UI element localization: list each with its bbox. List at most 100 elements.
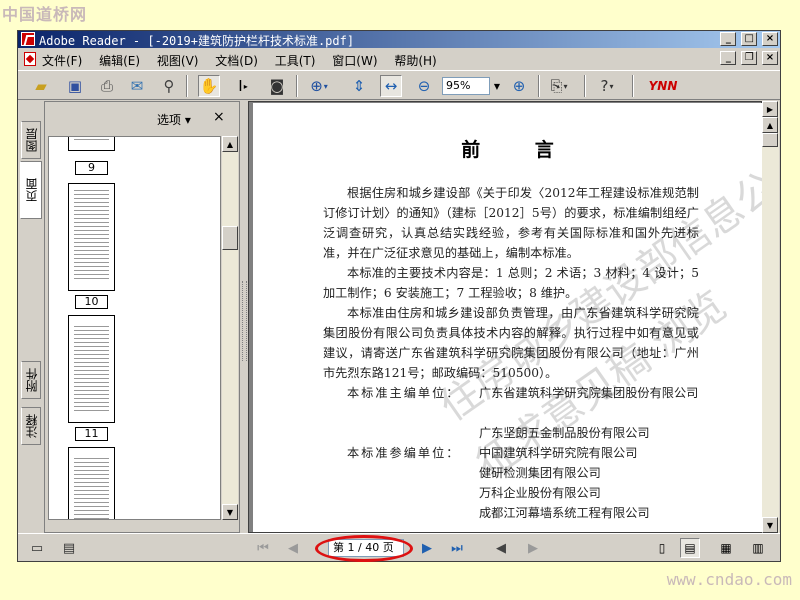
document-scroll-thumb[interactable] <box>762 133 778 147</box>
fit-width-icon[interactable]: ↔ <box>380 75 402 97</box>
adobe-reader-window: Adobe Reader - [-2019+建筑防护栏杆技术标准.pdf] _ … <box>17 30 781 562</box>
site-logo: 中国道桥网 <box>2 5 88 24</box>
minimize-button[interactable]: _ <box>720 32 737 46</box>
actual-size-icon[interactable]: ⇕ <box>348 75 370 97</box>
menu-help[interactable]: 帮助(H) <box>394 52 436 69</box>
menu-document[interactable]: 文档(D) <box>215 52 258 69</box>
menu-bar: 文件(F) 编辑(E) 视图(V) 文档(D) 工具(T) 窗口(W) 帮助(H… <box>18 49 780 69</box>
document-view[interactable]: 住房城乡建设部信息公开 征求意见稿 浏览 前 言 根据住房和城乡建设部《关于印发… <box>248 101 762 533</box>
email-icon[interactable]: ✉ <box>126 75 148 97</box>
rotate-view-icon[interactable]: ⎘ ▾ <box>548 75 570 97</box>
go-forward-icon[interactable]: ▶ <box>524 539 542 557</box>
page-size-icon[interactable]: ▤ <box>60 539 78 557</box>
window-title: Adobe Reader - [-2019+建筑防护栏杆技术标准.pdf] <box>39 34 355 48</box>
select-text-icon[interactable]: I ▸ <box>232 75 254 97</box>
help-icon[interactable]: ? ▾ <box>596 75 618 97</box>
go-back-icon[interactable]: ◀ <box>492 539 510 557</box>
hand-tool-icon[interactable]: ✋ <box>198 75 220 97</box>
print-icon[interactable]: ⎙ <box>96 75 118 97</box>
participant-label: 本标准参编单位： <box>347 446 461 460</box>
save-icon[interactable]: ▣ <box>64 75 86 97</box>
scroll-up-icon[interactable]: ▲ <box>222 136 238 152</box>
page-thumbnail-9[interactable] <box>68 137 115 151</box>
search-icon[interactable]: ⚲ <box>158 75 180 97</box>
tab-pages[interactable]: 页面 <box>20 161 42 219</box>
zoom-out-icon[interactable]: ⊖ <box>413 75 435 97</box>
snapshot-camera-icon[interactable]: ◙ <box>266 75 288 97</box>
chief-editor-label: 本标准主编单位： <box>347 386 461 400</box>
toolbar: ▰ ▣ ⎙ ✉ ⚲ ✋ I ▸ ◙ ⊕ ▾ ⇕ ↔ ⊖ 95% ▼ ⊕ ⎘ ▾ ? ▾ … <box>18 70 780 100</box>
site-url: www.cndao.com <box>666 570 792 589</box>
thumbnail-label: 9 <box>75 161 108 175</box>
close-window-button[interactable]: × <box>762 32 778 46</box>
menu-file[interactable]: 文件(F) <box>42 52 82 69</box>
pdf-document-icon[interactable] <box>24 52 36 66</box>
ynn-brand-logo: YNN <box>648 79 678 93</box>
zoom-dropdown-arrow-icon[interactable]: ▼ <box>490 77 504 95</box>
zoom-level-input[interactable]: 95% <box>442 77 490 95</box>
previous-page-icon[interactable]: ◀ <box>284 539 302 557</box>
doc-minimize-button[interactable]: _ <box>720 51 737 65</box>
facing-layout-icon[interactable]: ▦ <box>716 538 736 558</box>
open-folder-icon[interactable]: ▰ <box>30 75 52 97</box>
doc-close-button[interactable]: × <box>762 51 778 65</box>
status-bar: ▭ ▤ ⏮ ◀ 第 1 / 40 页 ▶ ⏭ ◀ ▶ ▯ ▤ ▦ ▥ <box>18 533 780 562</box>
participant-units: 成都江河幕墙系统工程有限公司 <box>323 503 699 523</box>
page-thumbnail-10[interactable] <box>68 183 115 291</box>
last-page-icon[interactable]: ⏭ <box>448 539 466 557</box>
close-pane-icon[interactable]: × <box>213 109 225 125</box>
org-name: 广东省建筑科学研究院集团股份有限公司 <box>479 386 699 400</box>
tab-attachments[interactable]: 附件 <box>21 361 41 399</box>
participant-units: 万科企业股份有限公司 <box>323 483 699 503</box>
document-scrollbar[interactable]: ▶ ▲ ▼ <box>762 101 779 533</box>
menu-window[interactable]: 窗口(W) <box>332 52 377 69</box>
preface-paragraph: 根据住房和城乡建设部《关于印发〈2012年工程建设标准规范制订修订计划〉的通知》… <box>323 186 699 260</box>
page-thumbnail-12[interactable] <box>68 447 115 519</box>
maximize-button[interactable]: □ <box>741 32 758 46</box>
zoom-in-icon[interactable]: ⊕ <box>508 75 530 97</box>
menu-view[interactable]: 视图(V) <box>157 52 199 69</box>
single-page-layout-icon[interactable]: ▯ <box>652 538 672 558</box>
monitor-icon[interactable]: ▭ <box>28 539 46 557</box>
menu-edit[interactable]: 编辑(E) <box>99 52 140 69</box>
tab-layers[interactable]: 图层 <box>21 121 41 159</box>
chief-editor-units: 广东坚朗五金制品股份有限公司 <box>323 423 699 443</box>
org-name: 健研检测集团有限公司 <box>479 466 601 480</box>
org-name: 万科企业股份有限公司 <box>479 486 601 500</box>
scroll-up-icon[interactable]: ▲ <box>762 117 778 133</box>
chief-editor-units: 本标准主编单位： 广东省建筑科学研究院集团股份有限公司 <box>323 383 699 423</box>
preface-paragraph: 本标准由住房和城乡建设部负责管理，由广东省建筑科学研究院集团股份有限公司负责具体… <box>323 306 699 380</box>
pane-splitter[interactable] <box>240 101 248 533</box>
thumbnail-list[interactable]: 9 10 11 <box>48 136 221 520</box>
pages-pane: 选项 ▾ × 9 10 11 ▲ ▼ <box>44 101 240 533</box>
scroll-down-icon[interactable]: ▼ <box>222 504 238 520</box>
page-thumbnail-11[interactable] <box>68 315 115 423</box>
options-dropdown[interactable]: 选项 ▾ <box>157 111 191 128</box>
participant-units: 健研检测集团有限公司 <box>323 463 699 483</box>
pages-pane-header: 选项 ▾ × <box>45 102 239 134</box>
highlight-circle-annotation <box>315 535 413 562</box>
scroll-down-icon[interactable]: ▼ <box>762 517 778 533</box>
title-bar: Adobe Reader - [-2019+建筑防护栏杆技术标准.pdf] _ … <box>18 31 780 48</box>
continuous-facing-layout-icon[interactable]: ▥ <box>748 538 768 558</box>
next-page-icon[interactable]: ▶ <box>418 539 436 557</box>
document-heading: 前 言 <box>461 139 578 161</box>
pane-scroll-thumb[interactable] <box>222 226 238 250</box>
pane-scrollbar[interactable]: ▲ ▼ <box>222 136 238 520</box>
org-name: 广东坚朗五金制品股份有限公司 <box>479 426 650 440</box>
zoom-in-tool-icon[interactable]: ⊕ ▾ <box>308 75 330 97</box>
participant-units: 本标准参编单位： 中国建筑科学研究院有限公司 <box>323 443 699 463</box>
doc-restore-button[interactable]: ❐ <box>741 51 758 65</box>
prev-page-arrow-icon[interactable]: ▶ <box>762 101 778 117</box>
tab-comments[interactable]: 注释 <box>21 407 41 445</box>
preface-paragraph: 本标准的主要技术内容是：1 总则；2 术语；3 材料；4 设计；5 加工制作；6… <box>323 266 699 300</box>
continuous-layout-icon[interactable]: ▤ <box>680 538 700 558</box>
org-name: 中国建筑科学研究院有限公司 <box>479 446 638 460</box>
navigation-tabs: 图层 页面 附件 注释 <box>18 101 43 533</box>
menu-tools[interactable]: 工具(T) <box>275 52 316 69</box>
adobe-reader-app-icon <box>21 32 35 46</box>
thumbnail-label: 11 <box>75 427 108 441</box>
thumbnail-label: 10 <box>75 295 108 309</box>
org-name: 成都江河幕墙系统工程有限公司 <box>479 506 650 520</box>
first-page-icon[interactable]: ⏮ <box>254 539 272 557</box>
